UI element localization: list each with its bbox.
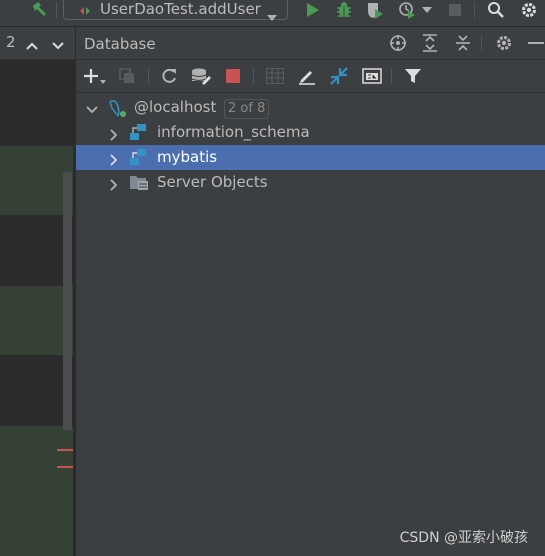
toolbar-separator <box>148 68 149 84</box>
chevron-down-icon[interactable] <box>86 101 98 120</box>
schema-icon <box>129 148 147 170</box>
profile-icon[interactable] <box>396 0 418 20</box>
gear-icon[interactable] <box>518 0 540 20</box>
header-separator <box>481 35 482 51</box>
run-icon[interactable] <box>302 0 324 20</box>
stop-icon[interactable] <box>222 66 244 86</box>
tree-node-server-objects[interactable]: Server Objects <box>76 170 545 195</box>
find-bar: 2 <box>0 27 75 60</box>
tree-node-localhost[interactable]: @localhost 2 of 8 <box>76 95 545 120</box>
refresh-icon[interactable] <box>158 66 180 86</box>
code-editor[interactable]: 2 <box>0 27 75 556</box>
watermark-text: CSDN @亚索小破孩 <box>399 530 528 546</box>
highlighted-code-block <box>0 426 73 556</box>
chevron-down-icon[interactable] <box>420 0 434 20</box>
table-editor-icon[interactable] <box>264 66 286 86</box>
tree-node-label: mybatis <box>157 148 218 166</box>
schema-icon <box>129 123 147 145</box>
tool-window-header: Database <box>76 27 545 60</box>
run-configuration-label: UserDaoTest.addUser <box>100 0 261 18</box>
tree-node-label: @localhost <box>134 98 217 116</box>
minimize-icon[interactable] <box>526 33 545 53</box>
add-dropdown-icon[interactable] <box>84 66 106 86</box>
scroll-from-source-icon[interactable] <box>388 33 408 53</box>
main-toolbar: UserDaoTest.addUser <box>0 0 545 27</box>
server-objects-icon <box>129 173 149 195</box>
database-actions-toolbar <box>76 60 545 93</box>
build-hammer-icon[interactable] <box>28 0 50 20</box>
data-source-properties-icon[interactable] <box>190 66 212 86</box>
database-tool-window: Database @localhost 2 of 8 information_s… <box>76 27 545 556</box>
chevron-down-icon[interactable] <box>52 35 64 54</box>
tree-node-label: Server Objects <box>157 173 268 191</box>
chevron-right-icon[interactable] <box>108 126 120 145</box>
error-stripe-marker[interactable] <box>57 466 73 468</box>
chevron-up-icon[interactable] <box>26 35 38 54</box>
error-stripe-marker[interactable] <box>57 449 73 451</box>
chevron-right-icon[interactable] <box>108 151 120 170</box>
search-match-count: 2 <box>6 33 16 51</box>
jump-to-query-console-icon[interactable] <box>328 66 350 86</box>
stop-icon[interactable] <box>445 0 465 20</box>
schema-count-badge[interactable]: 2 of 8 <box>224 99 270 119</box>
toolbar-separator <box>474 2 475 18</box>
editor-scrollbar[interactable] <box>63 172 72 430</box>
tool-window-title: Database <box>84 35 156 53</box>
tree-node-information-schema[interactable]: information_schema <box>76 120 545 145</box>
tree-node-mybatis[interactable]: mybatis <box>76 145 545 170</box>
chevron-down-icon <box>267 6 277 25</box>
run-with-coverage-icon[interactable] <box>364 0 386 20</box>
filter-icon[interactable] <box>402 66 424 86</box>
chevron-right-icon[interactable] <box>108 176 120 195</box>
run-configuration-selector[interactable]: UserDaoTest.addUser <box>63 0 288 22</box>
gear-icon[interactable] <box>494 33 514 53</box>
collapse-all-icon[interactable] <box>453 33 473 53</box>
toolbar-separator <box>253 68 254 84</box>
datasource-icon <box>108 98 128 122</box>
toolbar-separator <box>56 2 57 18</box>
duplicate-icon[interactable] <box>116 66 138 86</box>
toolbar-separator <box>391 68 392 84</box>
search-icon[interactable] <box>485 0 507 20</box>
tree-node-label: information_schema <box>157 123 310 141</box>
junit-config-icon <box>78 3 92 22</box>
query-console-icon[interactable] <box>361 66 383 86</box>
edit-pencil-icon[interactable] <box>296 66 318 86</box>
expand-all-icon[interactable] <box>420 33 440 53</box>
debug-bug-icon[interactable] <box>333 0 355 20</box>
